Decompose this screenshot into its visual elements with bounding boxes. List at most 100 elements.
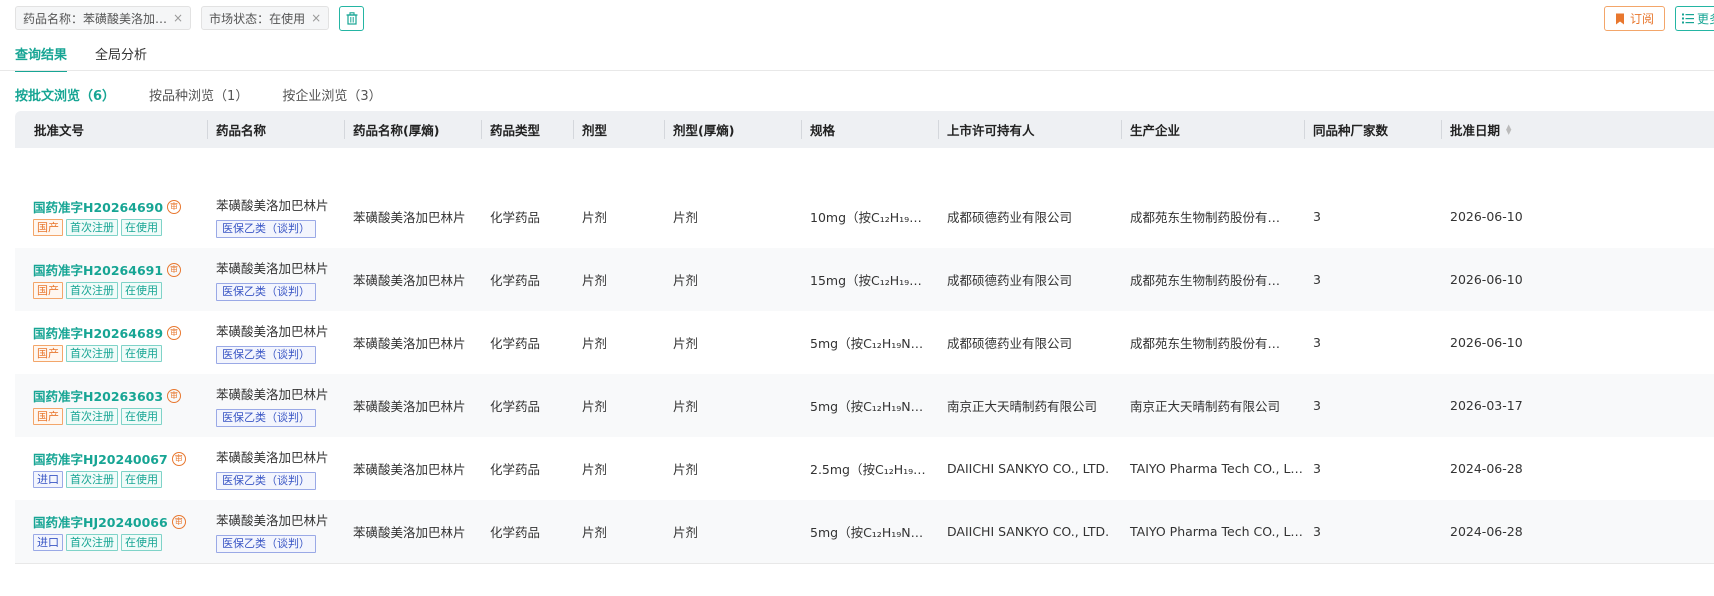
column-header-maker-count[interactable]: 同品种厂家数	[1304, 111, 1388, 148]
table-bottom-border	[15, 563, 1714, 564]
holder-cell: DAIICHI SANKYO CO., LTD.	[947, 461, 1110, 476]
approval-number-link[interactable]: 国药准字H20263603 审	[33, 386, 182, 405]
status-tags: 国产 首次注册 在使用	[33, 345, 165, 362]
column-header-approval-date[interactable]: 批准日期 ▲ ▼	[1441, 111, 1511, 148]
insurance-badge: 医保乙类（谈判）	[216, 220, 316, 238]
column-header-spec[interactable]: 规格	[801, 111, 835, 148]
status-badge: 在使用	[121, 219, 162, 236]
drug-type-cell: 化学药品	[490, 525, 541, 540]
status-tags: 国产 首次注册 在使用	[33, 219, 165, 236]
approval-cell: 国药准字HJ20240067 审进口 首次注册 在使用	[33, 437, 186, 500]
table-row[interactable]: 国药准字HJ20240067 审进口 首次注册 在使用 苯磺酸美洛加巴林片 医保乙类（谈判…	[15, 437, 1714, 500]
subtab-by-variety[interactable]: 按品种浏览（1）	[149, 85, 248, 104]
manufacturer-cell: 成都苑东生物制药股份有…	[1130, 336, 1281, 351]
status-badge: 首次注册	[66, 534, 118, 551]
review-badge-icon: 审	[167, 388, 182, 403]
status-badge: 进口	[33, 471, 63, 488]
column-header-drug-type[interactable]: 药品类型	[481, 111, 540, 148]
toolbar-right: 订阅 更多	[1603, 6, 1714, 31]
approval-cell: 国药准字H20264689 审国产 首次注册 在使用	[33, 311, 182, 374]
status-badge: 在使用	[121, 282, 162, 299]
approval-cell: 国药准字H20264690 审国产 首次注册 在使用	[33, 185, 182, 248]
column-header-label: 剂型	[582, 123, 608, 138]
approval-number-link[interactable]: 国药准字H20264689 审	[33, 323, 182, 342]
table-header: 批准文号 药品名称 药品名称(厚熵) 药品类型 剂型 剂型(厚熵) 规格 上市许…	[15, 111, 1714, 148]
column-header-approval[interactable]: 批准文号	[34, 111, 84, 148]
approval-number-link[interactable]: 国药准字HJ20240067 审	[33, 449, 186, 468]
spec-cell: 15mg（按C₁₂H₁₉…	[810, 273, 922, 288]
status-badge: 首次注册	[66, 345, 118, 362]
tab-query-results[interactable]: 查询结果	[15, 44, 68, 72]
drug-name-cell: 苯磺酸美洛加巴林片 医保乙类（谈判）	[216, 500, 329, 563]
column-header-dosage-form[interactable]: 剂型	[573, 111, 608, 148]
column-header-drug-name[interactable]: 药品名称	[207, 111, 266, 148]
column-header-drug-name-hs[interactable]: 药品名称(厚熵)	[344, 111, 440, 148]
review-badge-icon: 审	[167, 262, 182, 277]
dosage-form-cell: 片剂	[582, 462, 608, 477]
column-header-label: 生产企业	[1130, 123, 1181, 138]
more-button[interactable]: 更多	[1675, 6, 1714, 31]
dosage-form-cell: 片剂	[582, 273, 608, 288]
dosage-form-hs-cell: 片剂	[673, 525, 699, 540]
main-tabs: 查询结果 全局分析	[15, 44, 175, 72]
status-badge: 首次注册	[66, 471, 118, 488]
status-tags: 国产 首次注册 在使用	[33, 282, 165, 299]
review-badge-icon: 审	[171, 451, 186, 466]
insurance-badge: 医保乙类（谈判）	[216, 346, 316, 364]
column-separator	[344, 120, 345, 139]
status-badge: 国产	[33, 219, 63, 236]
tab-global-analysis[interactable]: 全局分析	[95, 44, 147, 72]
approval-date-cell: 2024-06-28	[1450, 461, 1523, 476]
dosage-form-cell: 片剂	[582, 210, 608, 225]
maker-count-cell: 3	[1313, 461, 1321, 476]
close-icon[interactable]: ×	[311, 11, 321, 25]
filter-chip-market-status[interactable]: 市场状态：在使用 ×	[201, 6, 330, 30]
approval-number-link[interactable]: 国药准字H20264690 审	[33, 197, 182, 216]
subtab-by-company[interactable]: 按企业浏览（3）	[282, 85, 381, 104]
table-row[interactable]: 国药准字HJ20240066 审进口 首次注册 在使用 苯磺酸美洛加巴林片 医保乙类（谈判…	[15, 500, 1714, 563]
column-header-manufacturer[interactable]: 生产企业	[1121, 111, 1181, 148]
dosage-form-cell: 片剂	[582, 336, 608, 351]
insurance-badge: 医保乙类（谈判）	[216, 409, 316, 427]
bookmark-icon	[1615, 13, 1624, 24]
approval-number: 国药准字H20264691	[33, 263, 164, 278]
column-header-dosage-form-hs[interactable]: 剂型(厚熵)	[664, 111, 734, 148]
clear-filters-button[interactable]	[339, 5, 365, 31]
filter-chip-drug-name[interactable]: 药品名称：苯磺酸美洛加… ×	[15, 6, 192, 30]
approval-date-cell: 2026-06-10	[1450, 209, 1523, 224]
approval-date-cell: 2026-03-17	[1450, 398, 1523, 413]
approval-number: 国药准字HJ20240066	[33, 515, 168, 530]
subscribe-button[interactable]: 订阅	[1603, 6, 1665, 31]
drug-name-hs-cell: 苯磺酸美洛加巴林片	[353, 525, 466, 540]
column-separator	[938, 120, 939, 139]
tab-divider	[0, 70, 1714, 71]
status-badge: 国产	[33, 345, 63, 362]
table-row[interactable]: 国药准字H20263603 审国产 首次注册 在使用 苯磺酸美洛加巴林片 医保乙类（谈判）…	[15, 374, 1714, 437]
manufacturer-cell: 南京正大天晴制药有限公司	[1130, 399, 1281, 414]
trash-icon	[346, 11, 358, 25]
drug-type-cell: 化学药品	[490, 273, 541, 288]
column-header-holder[interactable]: 上市许可持有人	[938, 111, 1035, 148]
drug-name-hs-cell: 苯磺酸美洛加巴林片	[353, 399, 466, 414]
close-icon[interactable]: ×	[173, 11, 183, 25]
approval-date-cell: 2024-06-28	[1450, 524, 1523, 539]
status-badge: 在使用	[121, 345, 162, 362]
more-label: 更多	[1697, 12, 1714, 26]
table-row[interactable]: 国药准字H20264690 审国产 首次注册 在使用 苯磺酸美洛加巴林片 医保乙类（谈判）…	[15, 185, 1714, 248]
maker-count-cell: 3	[1313, 398, 1321, 413]
approval-number-link[interactable]: 国药准字H20264691 审	[33, 260, 182, 279]
table-row[interactable]: 国药准字H20264691 审国产 首次注册 在使用 苯磺酸美洛加巴林片 医保乙类（谈判）…	[15, 248, 1714, 311]
subtab-by-approval[interactable]: 按批文浏览（6）	[15, 85, 115, 104]
results-table: 批准文号 药品名称 药品名称(厚熵) 药品类型 剂型 剂型(厚熵) 规格 上市许…	[15, 111, 1714, 564]
drug-name: 苯磺酸美洛加巴林片	[216, 324, 329, 339]
column-header-label: 药品名称(厚熵)	[353, 123, 440, 138]
table-row[interactable]: 国药准字H20264689 审国产 首次注册 在使用 苯磺酸美洛加巴林片 医保乙类（谈判）…	[15, 311, 1714, 374]
sort-icon[interactable]: ▲ ▼	[1506, 123, 1511, 135]
column-separator	[573, 120, 574, 139]
approval-number-link[interactable]: 国药准字HJ20240066 审	[33, 512, 186, 531]
list-icon	[1682, 13, 1694, 24]
column-header-label: 上市许可持有人	[947, 123, 1035, 138]
status-badge: 首次注册	[66, 408, 118, 425]
column-header-label: 批准日期	[1450, 123, 1501, 138]
status-badge: 国产	[33, 408, 63, 425]
